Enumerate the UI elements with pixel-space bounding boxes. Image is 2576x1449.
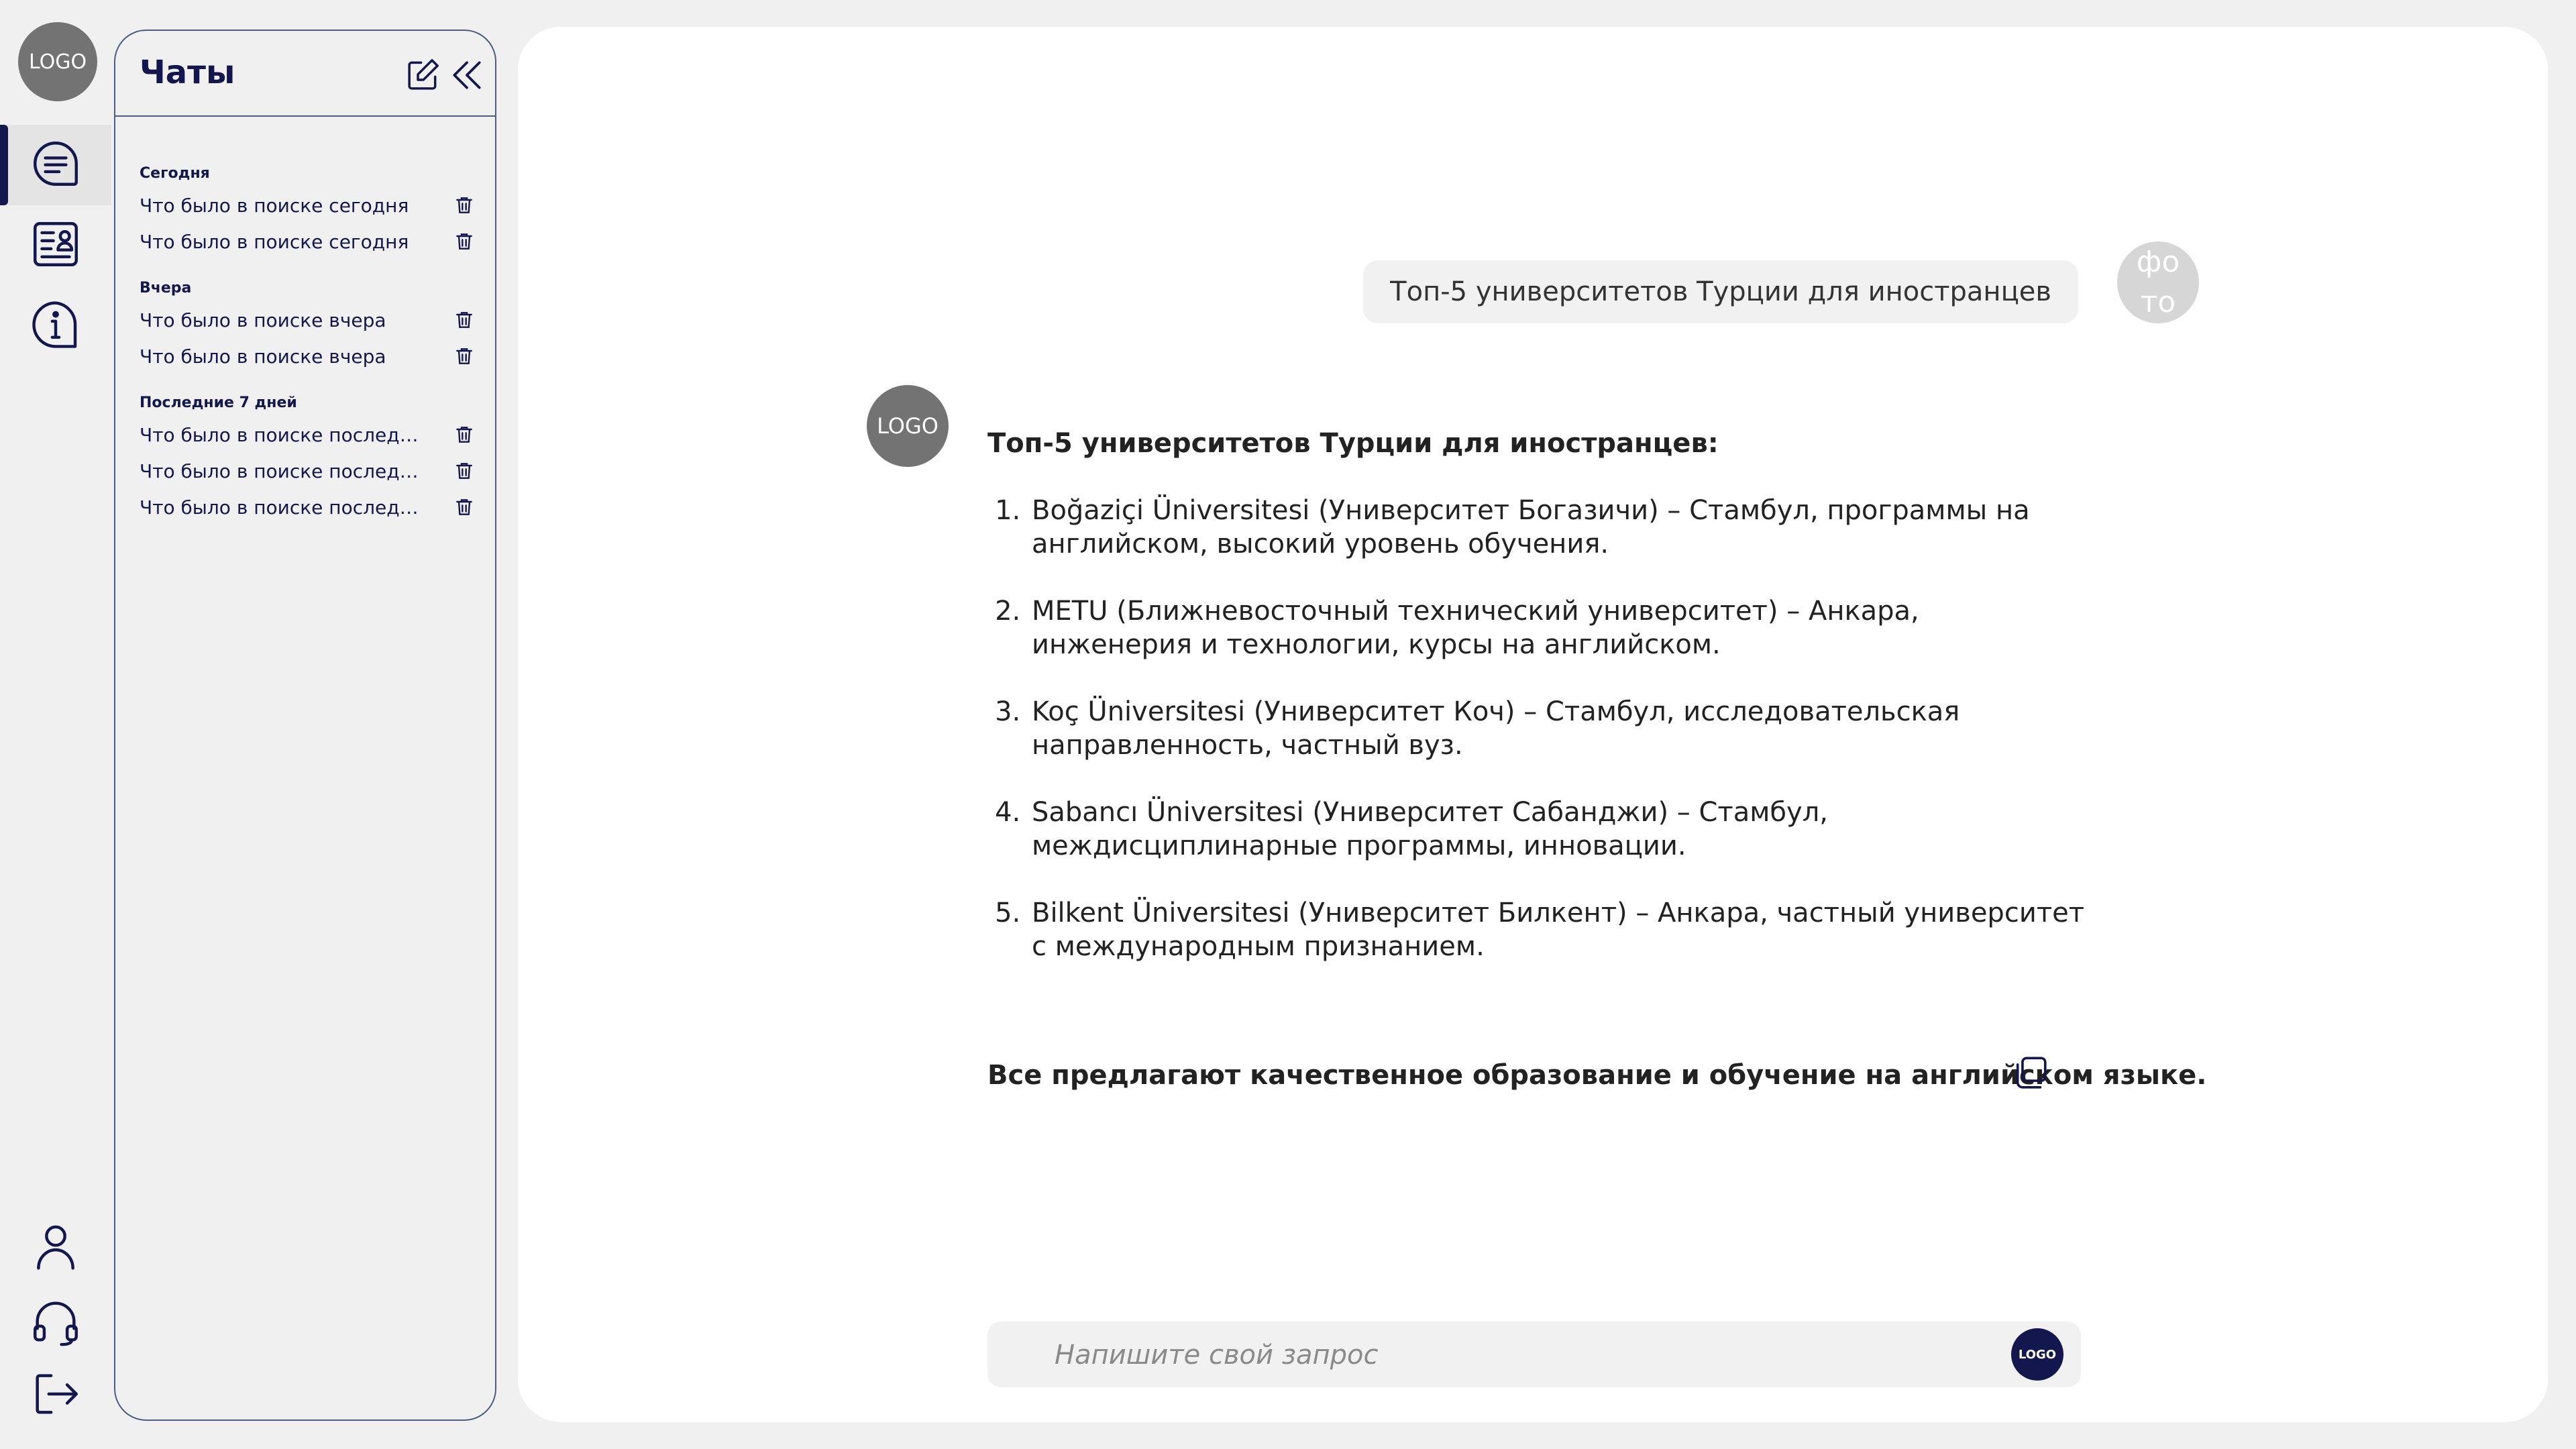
rail-info-button[interactable] <box>0 286 111 366</box>
chat-bubble-icon <box>28 136 83 194</box>
chat-group-label: Сегодня <box>140 165 210 182</box>
chat-history-item[interactable]: Что было в поиске сегодня <box>140 187 475 223</box>
rail-profile-card-button[interactable] <box>0 205 111 286</box>
rail-chats-button[interactable] <box>0 125 111 205</box>
chat-history-item[interactable]: Что было в поиске последние 7 дней <box>140 489 475 525</box>
chats-header: Чаты <box>115 31 495 117</box>
app-logo: LOGO <box>18 22 97 101</box>
chat-history-item-label: Что было в поиске сегодня <box>140 230 409 253</box>
chat-history-item-label: Что было в поиске последние 7 дней <box>140 423 428 446</box>
user-avatar: фо то <box>2117 241 2199 323</box>
chat-history-item[interactable]: Что было в поиске последние 7 дней <box>140 453 475 489</box>
chat-history-item-label: Что было в поиске сегодня <box>140 194 409 217</box>
copy-icon[interactable] <box>2011 1053 2050 1092</box>
assistant-answer: Топ-5 университетов Турции для иностранц… <box>987 428 2088 997</box>
id-card-icon <box>28 217 83 274</box>
chat-group-label: Вчера <box>140 280 192 297</box>
chat-group-yesterday: Вчера Что было в поиске вчера Что было в… <box>140 280 475 374</box>
info-icon <box>28 297 83 355</box>
prompt-input[interactable] <box>1053 1322 1982 1389</box>
trash-icon[interactable] <box>453 345 475 367</box>
rail-logout-button[interactable] <box>0 1355 111 1436</box>
new-chat-icon[interactable] <box>404 56 441 94</box>
conversation-panel: Топ-5 университетов Турции для иностранц… <box>518 27 2548 1422</box>
trash-icon[interactable] <box>453 309 475 331</box>
user-message-bubble: Топ-5 университетов Турции для иностранц… <box>1363 260 2078 323</box>
chat-history-item[interactable]: Что было в поиске вчера <box>140 338 475 374</box>
answer-list-item: METU (Ближневосточный технический универ… <box>1029 594 2088 661</box>
chat-group-label: Последние 7 дней <box>140 394 297 411</box>
trash-icon[interactable] <box>453 496 475 518</box>
chat-history-item-label: Что было в поиске вчера <box>140 345 386 368</box>
chat-history-item-label: Что было в поиске последние 7 дней <box>140 496 428 519</box>
chat-history-item-label: Что было в поиске последние 7 дней <box>140 460 428 482</box>
chat-group-last-7-days: Последние 7 дней Что было в поиске после… <box>140 394 475 525</box>
answer-title: Топ-5 университетов Турции для иностранц… <box>987 428 1719 459</box>
answer-list-item: Sabancı Üniversitesi (Университет Сабанд… <box>1029 796 2088 863</box>
icon-rail: LOGO <box>0 0 111 1449</box>
answer-list: Boğaziçi Üniversitesi (Университет Богаз… <box>987 494 2088 963</box>
chat-group-today: Сегодня Что было в поиске сегодня Что бы… <box>140 165 475 260</box>
headset-icon <box>28 1294 83 1352</box>
assistant-avatar: LOGO <box>867 385 949 467</box>
answer-list-item: Boğaziçi Üniversitesi (Университет Богаз… <box>1029 494 2088 561</box>
trash-icon[interactable] <box>453 460 475 482</box>
rail-support-button[interactable] <box>0 1283 111 1363</box>
trash-icon[interactable] <box>453 231 475 252</box>
rail-account-button[interactable] <box>0 1208 111 1288</box>
user-message-text: Топ-5 университетов Турции для иностранц… <box>1390 276 2051 307</box>
chat-history-item-label: Что было в поиске вчера <box>140 309 386 331</box>
answer-list-item: Koç Üniversitesi (Университет Коч) – Ста… <box>1029 695 2088 762</box>
prompt-bar: LOGO <box>987 1322 2081 1389</box>
answer-list-item: Bilkent Üniversitesi (Университет Билкен… <box>1029 896 2088 963</box>
chat-history-item[interactable]: Что было в поиске последние 7 дней <box>140 417 475 453</box>
user-icon <box>28 1219 83 1277</box>
collapse-panel-icon[interactable] <box>448 56 486 94</box>
send-button[interactable]: LOGO <box>2011 1328 2063 1381</box>
chat-history-list: Сегодня Что было в поиске сегодня Что бы… <box>140 165 475 545</box>
chat-history-item[interactable]: Что было в поиске сегодня <box>140 223 475 260</box>
chats-title: Чаты <box>140 54 235 91</box>
chats-panel: Чаты Сегодня Что было в поиске сегодня Ч… <box>114 30 496 1421</box>
chat-history-item[interactable]: Что было в поиске вчера <box>140 302 475 338</box>
trash-icon[interactable] <box>453 195 475 216</box>
trash-icon[interactable] <box>453 424 475 445</box>
logout-icon <box>28 1366 83 1424</box>
